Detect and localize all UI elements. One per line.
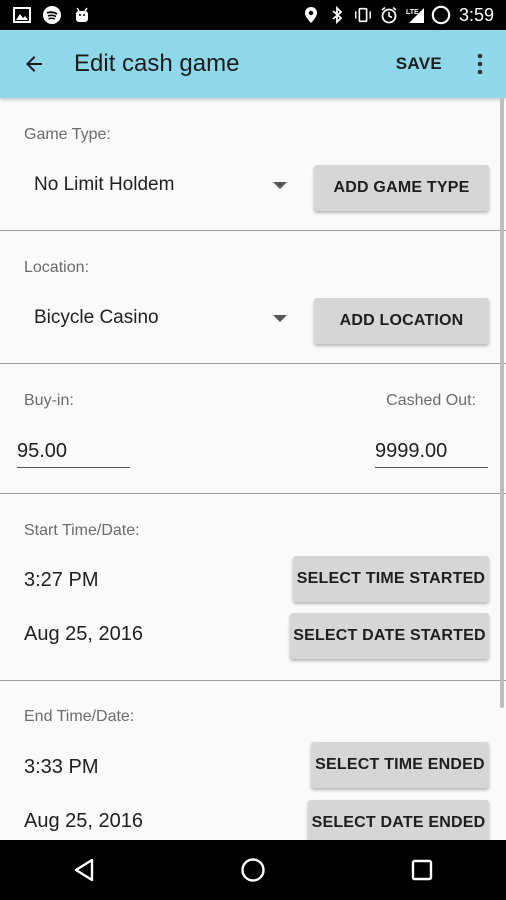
end-date-value: Aug 25, 2016 [24,810,143,832]
navigation-bar [0,840,506,900]
add-location-button[interactable]: ADD LOCATION [314,298,489,344]
location-label: Location: [24,259,89,276]
image-icon [12,6,32,24]
end-section: End Time/Date: 3:33 PM SELECT TIME ENDED… [0,681,506,840]
nav-home-button[interactable] [223,840,283,900]
nav-recents-button[interactable] [392,840,452,900]
scrollbar[interactable] [500,98,504,708]
cashout-input[interactable]: 9999.00 [375,440,488,468]
location-icon [301,6,321,24]
overflow-menu-button[interactable] [468,44,492,84]
form-content: Game Type: No Limit Holdem ADD GAME TYPE… [0,98,506,840]
cashout-label: Cashed Out: [386,392,476,409]
end-label: End Time/Date: [24,708,135,725]
buyin-label: Buy-in: [24,392,74,409]
back-button[interactable] [14,44,54,84]
select-time-started-button[interactable]: SELECT TIME STARTED [293,556,489,602]
add-game-type-button[interactable]: ADD GAME TYPE [314,165,489,211]
app-bar: Edit cash game SAVE [0,30,506,98]
start-section: Start Time/Date: 3:27 PM SELECT TIME STA… [0,494,506,681]
circle-home-icon [241,858,265,882]
alarm-icon [379,6,399,24]
save-button[interactable]: SAVE [396,54,442,74]
end-time-value: 3:33 PM [24,756,99,778]
vibrate-icon [353,6,373,24]
more-vert-icon [477,53,483,75]
start-time-value: 3:27 PM [24,569,99,591]
status-bar: LTE 3:59 [0,0,506,30]
game-type-label: Game Type: [24,126,111,143]
lte-signal-icon: LTE [405,6,425,24]
battery-icon [431,5,451,25]
start-date-value: Aug 25, 2016 [24,623,143,645]
nav-back-button[interactable] [54,840,114,900]
select-date-ended-button[interactable]: SELECT DATE ENDED [308,800,489,840]
triangle-back-icon [75,858,94,882]
game-type-section: Game Type: No Limit Holdem ADD GAME TYPE [0,98,506,231]
dropdown-arrow-icon[interactable] [273,315,287,322]
money-section: Buy-in: Cashed Out: 95.00 9999.00 [0,364,506,494]
spotify-icon [42,6,62,24]
android-icon [72,6,92,24]
clock: 3:59 [458,4,494,25]
location-section: Location: Bicycle Casino ADD LOCATION [0,231,506,364]
location-spinner[interactable]: Bicycle Casino [34,307,159,329]
select-date-started-button[interactable]: SELECT DATE STARTED [290,613,489,659]
arrow-back-icon [26,56,42,72]
page-title: Edit cash game [74,50,240,77]
svg-text:LTE: LTE [406,9,419,16]
select-time-ended-button[interactable]: SELECT TIME ENDED [311,742,489,788]
start-label: Start Time/Date: [24,522,140,539]
dropdown-arrow-icon[interactable] [273,182,287,189]
buyin-input[interactable]: 95.00 [17,440,130,468]
square-recents-icon [411,859,432,881]
bluetooth-icon [327,6,347,24]
game-type-spinner[interactable]: No Limit Holdem [34,174,174,196]
